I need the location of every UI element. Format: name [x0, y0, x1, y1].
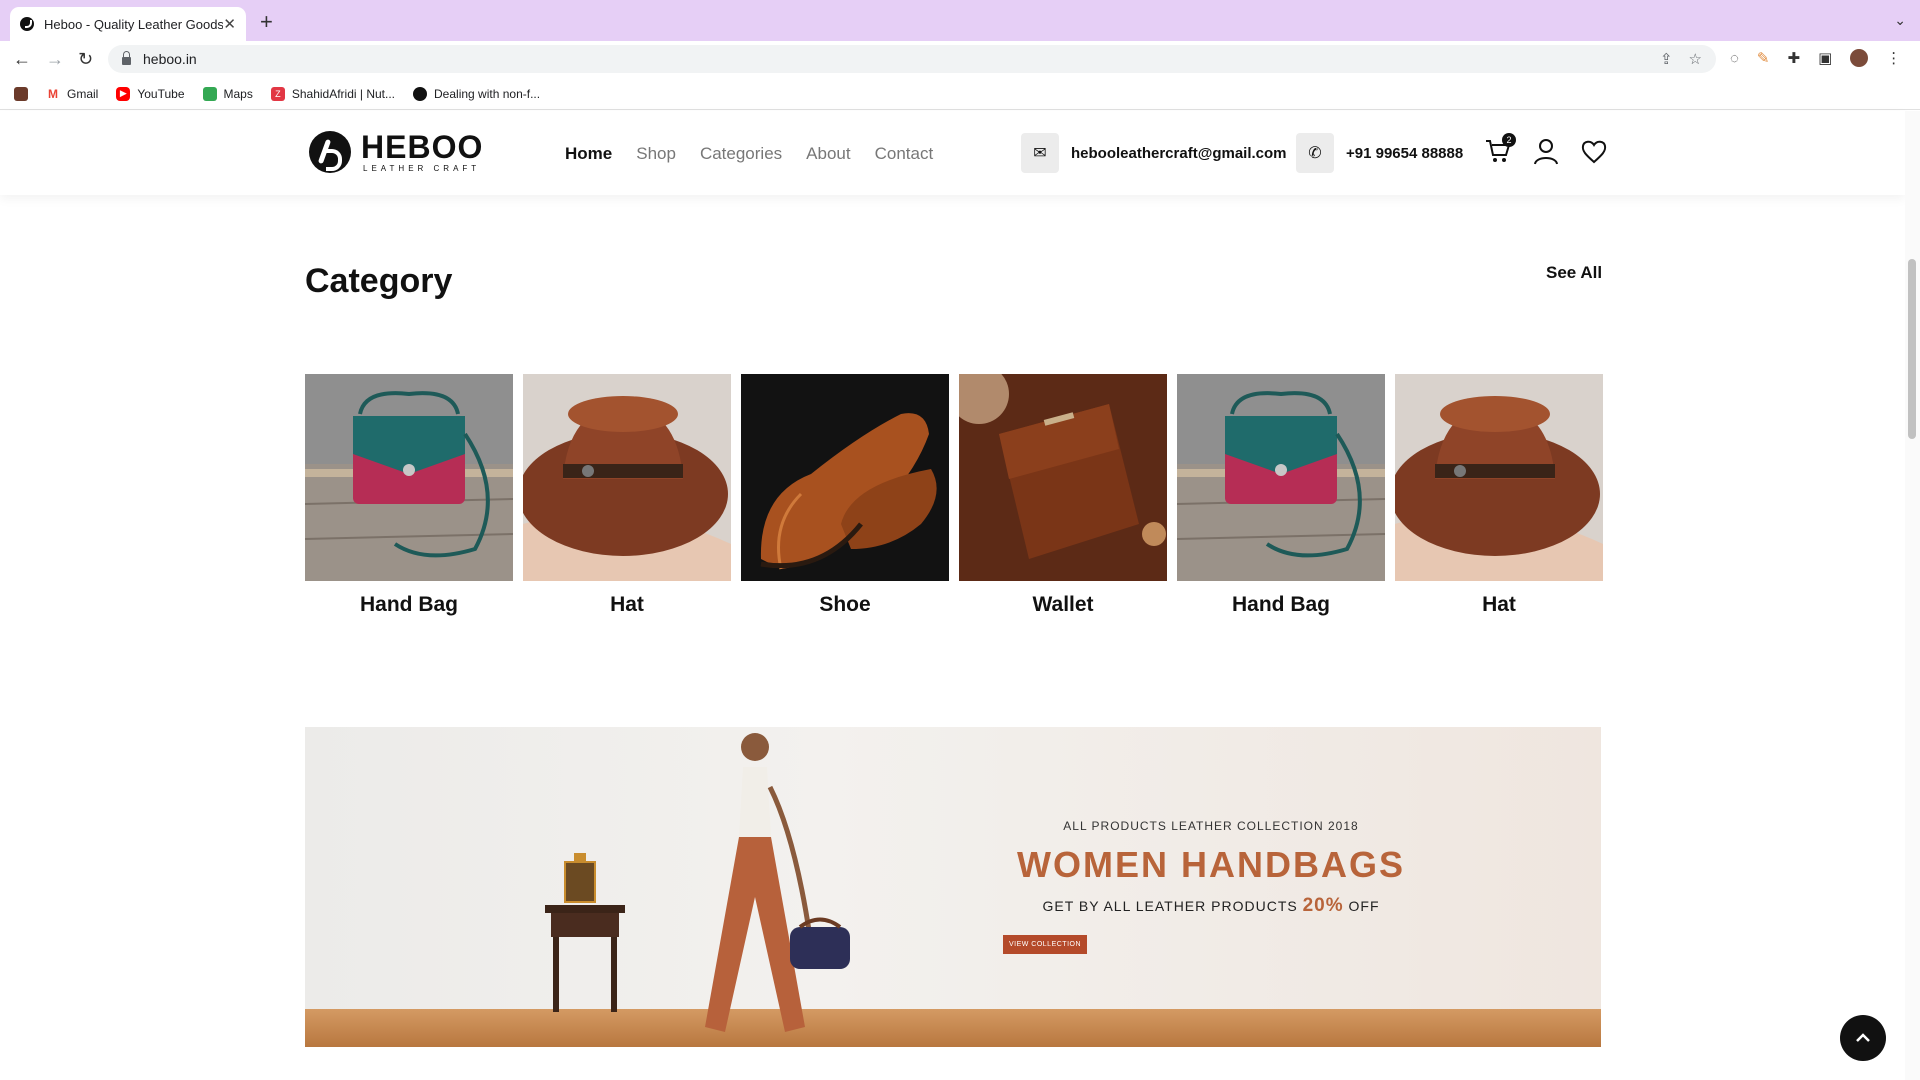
bookmark-youtube[interactable]: ▶ YouTube — [116, 86, 185, 101]
wallet-image — [959, 374, 1167, 581]
model-woman-image — [705, 733, 850, 1032]
nav-about[interactable]: About — [806, 144, 850, 164]
category-label: Shoe — [819, 593, 871, 616]
nav-shop[interactable]: Shop — [636, 144, 676, 164]
zomato-icon: Z — [270, 86, 285, 101]
github-icon — [413, 86, 428, 101]
site-header: HEBOO LEATHER CRAFT Home Shop Categories… — [0, 111, 1905, 195]
puzzle-extensions-icon[interactable]: ✚ — [1788, 49, 1801, 67]
bookmark-star-icon[interactable]: ☆ — [1689, 50, 1702, 68]
reload-icon[interactable]: ↻ — [78, 49, 93, 70]
cart-button[interactable]: 2 — [1484, 133, 1516, 165]
browser-tab-strip: Heboo - Quality Leather Goods ✕ + ⌄ — [0, 0, 1920, 41]
category-card-hat[interactable]: Hat — [523, 374, 731, 617]
heboo-logo-icon — [309, 131, 351, 173]
maps-icon — [202, 86, 217, 101]
profile-avatar[interactable] — [1850, 49, 1869, 67]
category-grid: Hand Bag Hat Shoe Wallet Hand Bag Hat — [305, 374, 1603, 617]
side-panel-icon[interactable]: ▣ — [1818, 49, 1832, 67]
bookmark-label: Dealing with non-f... — [434, 86, 541, 101]
banner-offer: GET BY ALL LEATHER PRODUCTS 20% OFF — [911, 895, 1511, 917]
hat-image — [1395, 374, 1603, 581]
bookmark-zomato[interactable]: Z ShahidAfridi | Nut... — [270, 86, 396, 101]
heboo-logo[interactable]: HEBOO LEATHER CRAFT — [309, 131, 483, 173]
category-card-shoe[interactable]: Shoe — [741, 374, 949, 617]
hand-bag-image — [1177, 374, 1385, 581]
view-collection-button[interactable]: VIEW COLLECTION — [1003, 935, 1087, 954]
banner-offer-suffix: OFF — [1348, 898, 1380, 914]
address-url: heboo.in — [143, 51, 197, 67]
tab-close-button[interactable]: ✕ — [223, 15, 236, 33]
user-account-icon[interactable] — [1532, 137, 1560, 165]
email-contact[interactable]: ✉ hebooleathercraft@gmail.com — [1021, 133, 1287, 173]
page-scrollbar-track[interactable] — [1905, 111, 1920, 1080]
banner-offer-percent: 20% — [1302, 895, 1344, 916]
page-scrollbar-thumb[interactable] — [1908, 259, 1916, 439]
category-label: Hand Bag — [359, 593, 458, 616]
gmail-icon: M — [46, 86, 60, 101]
browser-menu-icon[interactable]: ⋮ — [1886, 49, 1901, 67]
hand-bag-image — [305, 374, 513, 581]
bookmark-label: YouTube — [137, 86, 185, 101]
share-icon[interactable]: ⇪ — [1660, 50, 1673, 68]
phone-number: +91 99654 88888 — [1346, 144, 1464, 162]
heboo-favicon-icon — [20, 17, 34, 31]
category-label: Hand Bag — [1231, 593, 1330, 616]
lock-icon — [122, 51, 131, 65]
category-label: Hat — [610, 593, 644, 616]
banner-offer-prefix: GET BY ALL LEATHER PRODUCTS — [1042, 898, 1298, 914]
youtube-icon: ▶ — [116, 86, 131, 101]
extension-icon[interactable]: ◌ — [1730, 50, 1739, 67]
logo-name: HEBOO — [361, 128, 484, 165]
category-card-hand-bag[interactable]: Hand Bag — [305, 374, 513, 617]
bookmark-maps[interactable]: Maps — [202, 86, 253, 101]
phone-contact[interactable]: ✆ +91 99654 88888 — [1296, 133, 1463, 173]
side-table-lantern-image — [545, 853, 625, 1012]
category-label: Wallet — [1032, 593, 1094, 616]
browser-toolbar: ← → ↻ heboo.in ⇪ ☆ ◌ ✎ ✚ ▣ ⋮ — [0, 41, 1920, 78]
category-label: Hat — [1482, 593, 1516, 616]
category-card-hand-bag[interactable]: Hand Bag — [1177, 374, 1385, 617]
address-bar[interactable]: heboo.in ⇪ ☆ — [108, 45, 1716, 73]
pencil-extension-icon[interactable]: ✎ — [1757, 49, 1770, 67]
bookmark-app-icon — [14, 86, 28, 101]
logo-tagline: LEATHER CRAFT — [363, 163, 481, 173]
category-section-title: Category — [305, 262, 453, 300]
see-all-link[interactable]: See All — [1546, 263, 1602, 283]
forward-arrow-icon[interactable]: → — [46, 49, 64, 70]
main-nav: Home Shop Categories About Contact — [565, 144, 933, 164]
tab-search-chevron-icon[interactable]: ⌄ — [1894, 12, 1906, 29]
category-card-wallet[interactable]: Wallet — [959, 374, 1167, 617]
mail-icon: ✉ — [1021, 133, 1059, 173]
bookmark-label: Gmail — [67, 86, 99, 101]
email-address: hebooleathercraft@gmail.com — [1071, 144, 1287, 162]
category-card-hat[interactable]: Hat — [1395, 374, 1603, 617]
tab-title: Heboo - Quality Leather Goods — [44, 16, 224, 32]
cart-count-badge: 2 — [1502, 133, 1516, 147]
phone-icon: ✆ — [1296, 133, 1334, 173]
bookmark-label: Maps — [223, 86, 253, 101]
bookmark-github[interactable]: Dealing with non-f... — [413, 86, 541, 101]
bookmark-label: ShahidAfridi | Nut... — [291, 86, 396, 101]
browser-tab[interactable]: Heboo - Quality Leather Goods ✕ — [10, 7, 246, 41]
new-tab-button[interactable]: + — [260, 9, 273, 35]
banner-floor — [305, 1009, 1601, 1047]
shoe-image — [741, 374, 949, 581]
promo-banner[interactable]: ALL PRODUCTS LEATHER COLLECTION 2018 WOM… — [305, 727, 1601, 1047]
nav-home[interactable]: Home — [565, 144, 612, 164]
chevron-up-icon — [1856, 1033, 1870, 1042]
banner-title: WOMEN HANDBAGS — [1017, 844, 1405, 885]
hat-image — [523, 374, 731, 581]
bookmarks-bar: M Gmail ▶ YouTube Maps Z ShahidAfridi | … — [0, 78, 1920, 110]
bookmark-item[interactable] — [14, 86, 28, 101]
nav-categories[interactable]: Categories — [700, 144, 782, 164]
back-arrow-icon[interactable]: ← — [13, 49, 31, 70]
banner-subtitle: ALL PRODUCTS LEATHER COLLECTION 2018 — [1063, 819, 1359, 833]
bookmark-gmail[interactable]: M Gmail — [46, 86, 99, 101]
nav-contact[interactable]: Contact — [875, 144, 934, 164]
back-to-top-button[interactable] — [1840, 1015, 1886, 1061]
wishlist-heart-icon[interactable] — [1580, 137, 1608, 165]
